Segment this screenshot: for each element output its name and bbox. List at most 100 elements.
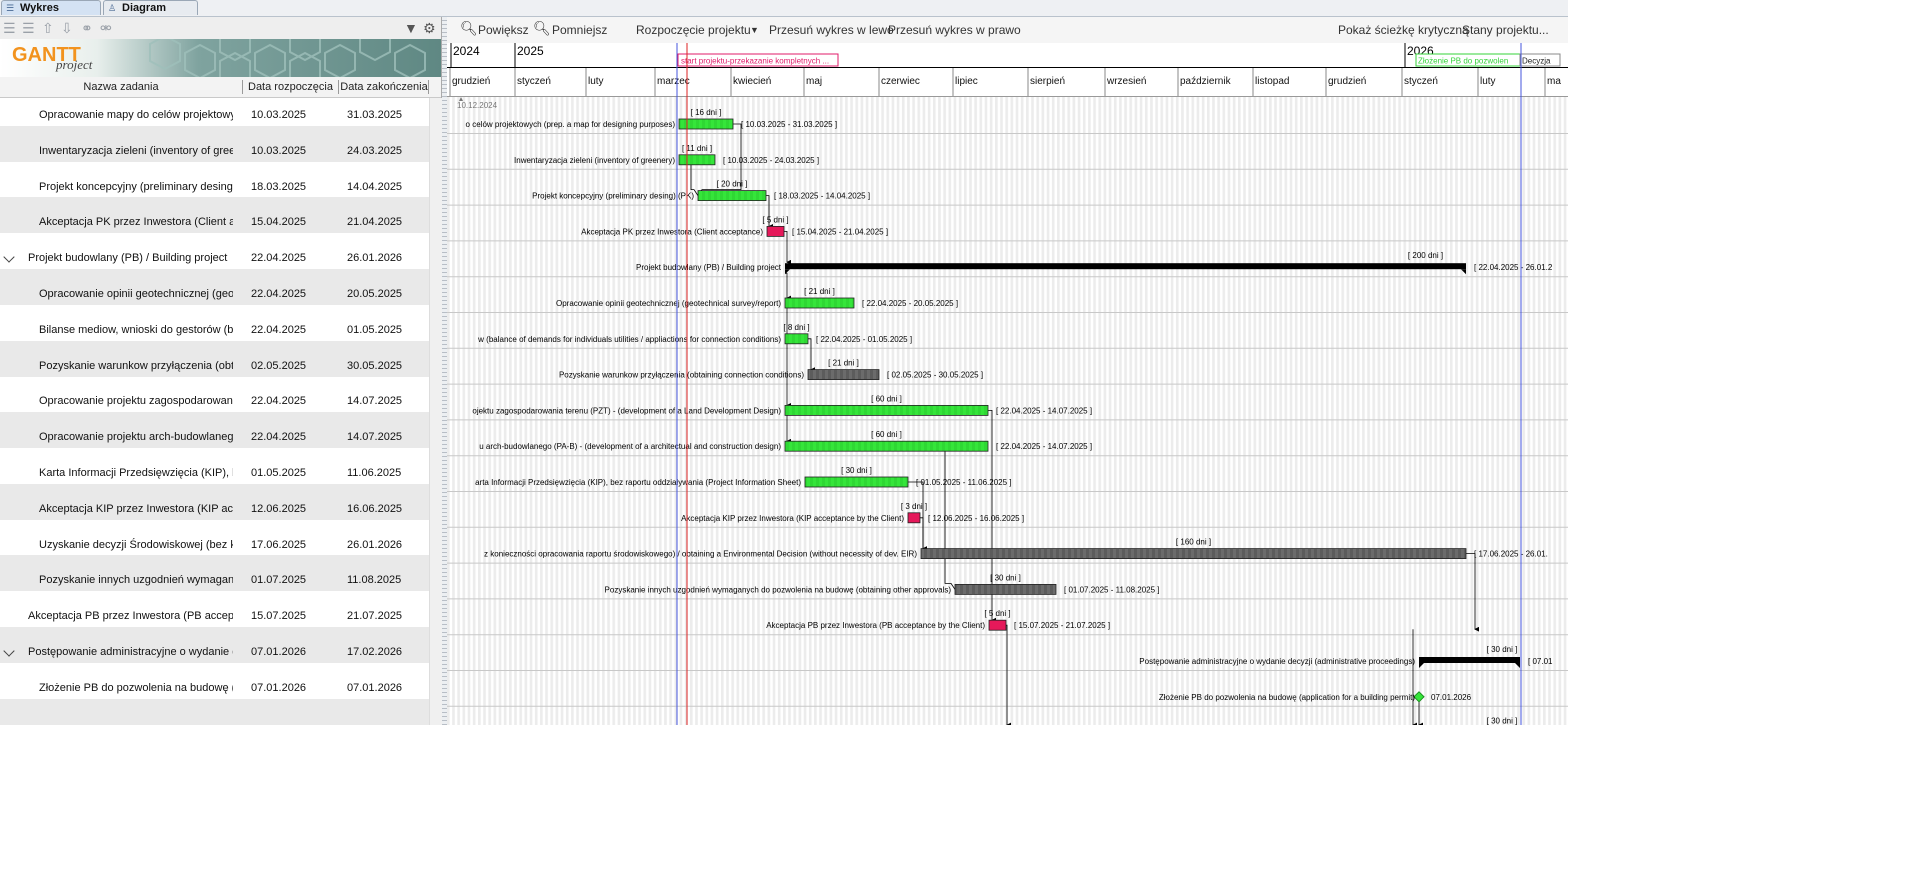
task-name[interactable]: Karta Informacji Przedsięwzięcia (KIP), … <box>39 448 233 484</box>
unindent-icon[interactable]: ☰ <box>3 20 16 37</box>
task-end-date[interactable]: 16.06.2025 <box>347 484 402 520</box>
task-row[interactable]: Uzyskanie decyzji Środowiskowej (bez kon… <box>0 520 429 556</box>
task-name[interactable]: Pozyskanie warunkow przyłączenia (obtain… <box>39 341 233 377</box>
task-name[interactable]: Postępowanie administracyjne o wydanie d… <box>28 627 233 663</box>
task-start-date[interactable]: 10.03.2025 <box>251 98 306 126</box>
task-row[interactable]: Opracowanie projektu zagospodarowania t.… <box>0 376 429 412</box>
task-end-date[interactable]: 24.03.2025 <box>347 126 402 162</box>
task-name[interactable]: Opracowanie projektu arch-budowlanego (.… <box>39 412 233 448</box>
task-row[interactable]: Bilanse mediow, wnioski do gestorów (bal… <box>0 305 429 341</box>
task-start-date[interactable]: 01.07.2025 <box>251 555 306 591</box>
critical-path-button[interactable]: Pokaż ścieżkę krytyczną <box>1338 23 1469 37</box>
col-header-name[interactable]: Nazwa zadania <box>0 77 242 97</box>
task-row[interactable]: Akceptacja KIP przez Inwestora (KIP acce… <box>0 483 429 520</box>
task-row[interactable]: Złożenie PB do pozwolenia na budowę (ap.… <box>0 663 429 699</box>
dropdown-arrow-icon[interactable]: ▼ <box>750 25 759 35</box>
filter-icon[interactable]: ▼ <box>404 20 418 36</box>
task-start-date[interactable]: 15.07.2025 <box>251 591 306 627</box>
task-bar[interactable] <box>784 333 809 345</box>
task-row[interactable]: Pozyskanie warunkow przyłączenia (obtain… <box>0 340 429 377</box>
task-row[interactable]: Inwentaryzacja zieleni (inventory of gre… <box>0 125 429 162</box>
task-bar[interactable] <box>784 440 989 452</box>
task-bar[interactable] <box>988 619 1007 631</box>
task-row[interactable]: Opracowanie projektu arch-budowlanego (.… <box>0 412 429 449</box>
task-end-date[interactable]: 11.08.2025 <box>347 555 401 591</box>
task-bar[interactable] <box>678 154 716 166</box>
task-name[interactable]: Opracowanie opinii geotechnicznej (geote… <box>39 269 233 305</box>
task-name[interactable]: Akceptacja KIP przez Inwestora (KIP acce… <box>39 484 233 520</box>
task-end-date[interactable]: 14.07.2025 <box>347 376 402 412</box>
task-name[interactable]: Opracowanie projektu zagospodarowania t.… <box>39 376 233 412</box>
task-name[interactable]: Projekt koncepcyjny (preliminary desing)… <box>39 162 233 198</box>
shift-left-button[interactable]: Przesuń wykres w lewo <box>769 23 894 37</box>
task-start-date[interactable]: 15.04.2025 <box>251 197 306 233</box>
task-end-date[interactable]: 01.05.2025 <box>347 305 402 341</box>
task-table-scrollbar[interactable] <box>429 98 442 725</box>
zoom-in-icon[interactable]: 🔍︎ <box>460 20 478 37</box>
task-end-date[interactable]: 21.07.2025 <box>347 591 402 627</box>
task-start-date[interactable]: 07.01.2026 <box>251 627 306 663</box>
task-row[interactable]: Opracowanie mapy do celów projektowych..… <box>0 98 429 126</box>
col-header-end[interactable]: Data zakończenia <box>339 77 429 97</box>
task-bar[interactable] <box>804 476 909 488</box>
task-start-date[interactable]: 22.04.2025 <box>251 269 306 305</box>
task-row[interactable]: Karta Informacji Przedsięwzięcia (KIP), … <box>0 448 429 484</box>
task-start-date[interactable]: 01.05.2025 <box>251 448 306 484</box>
tab-gantt-chart[interactable]: ☰Wykres Gantta <box>1 0 101 28</box>
task-row[interactable]: Postępowanie administracyjne o wydanie d… <box>0 627 429 663</box>
shift-right-button[interactable]: Przesuń wykres w prawo <box>888 23 1021 37</box>
task-row[interactable] <box>0 698 429 725</box>
task-start-date[interactable]: 07.01.2026 <box>251 663 306 699</box>
task-end-date[interactable]: 17.02.2026 <box>347 627 402 663</box>
task-name[interactable]: Uzyskanie decyzji Środowiskowej (bez kon… <box>39 520 233 556</box>
task-end-date[interactable]: 07.01.2026 <box>347 663 402 699</box>
task-row[interactable]: Akceptacja PB przez Inwestora (PB accept… <box>0 591 429 627</box>
task-name[interactable]: Akceptacja PK przez Inwestora (Client ac… <box>39 197 233 233</box>
move-up-icon[interactable]: ⇧ <box>42 20 54 37</box>
zoom-in-button[interactable]: Powiększ <box>478 23 529 37</box>
task-start-date[interactable]: 02.05.2025 <box>251 341 306 377</box>
task-end-date[interactable]: 20.05.2025 <box>347 269 402 305</box>
task-bar[interactable] <box>954 584 1057 595</box>
task-start-date[interactable]: 22.04.2025 <box>251 376 306 412</box>
task-start-date[interactable]: 22.04.2025 <box>251 233 306 269</box>
task-name[interactable]: Akceptacja PB przez Inwestora (PB accept… <box>28 591 233 627</box>
tab-resource-chart[interactable]: ♙Diagram osób <box>103 0 198 28</box>
task-name[interactable]: Złożenie PB do pozwolenia na budowę (ap.… <box>39 663 233 699</box>
task-end-date[interactable]: 11.06.2025 <box>347 448 401 484</box>
task-end-date[interactable]: 30.05.2025 <box>347 341 402 377</box>
task-row[interactable]: Akceptacja PK przez Inwestora (Client ac… <box>0 197 429 234</box>
task-end-date[interactable]: 26.01.2026 <box>347 233 402 269</box>
task-bar[interactable] <box>920 548 1467 560</box>
task-name[interactable]: Opracowanie mapy do celów projektowych..… <box>39 98 233 126</box>
task-name[interactable] <box>39 699 233 725</box>
task-start-date[interactable]: 10.03.2025 <box>251 126 306 162</box>
baselines-button[interactable]: Stany projektu... <box>1462 23 1549 37</box>
task-start-date[interactable]: 22.04.2025 <box>251 305 306 341</box>
task-end-date[interactable]: 14.04.2025 <box>347 162 402 198</box>
zoom-out-icon[interactable]: 🔍︎ <box>533 20 551 37</box>
summary-bar[interactable] <box>785 263 1466 270</box>
task-bar[interactable] <box>907 512 921 524</box>
unlink-icon[interactable]: ⚮ <box>100 20 112 37</box>
task-row[interactable]: Opracowanie opinii geotechnicznej (geote… <box>0 269 429 305</box>
task-end-date[interactable]: 26.01.2026 <box>347 520 402 556</box>
task-row[interactable]: Pozyskanie innych uzgodnień wymaganyc...… <box>0 555 429 592</box>
task-name[interactable]: Pozyskanie innych uzgodnień wymaganyc... <box>39 555 233 591</box>
gantt-chart[interactable]: 2024 2025 2026 start projektu-przekazanie … <box>447 43 1568 725</box>
task-bar[interactable] <box>807 369 880 381</box>
chevron-down-icon[interactable] <box>3 251 15 263</box>
task-row[interactable]: Projekt koncepcyjny (preliminary desing)… <box>0 162 429 198</box>
task-end-date[interactable]: 31.03.2025 <box>347 98 402 126</box>
task-bar[interactable] <box>697 190 767 202</box>
task-start-date[interactable]: 22.04.2025 <box>251 412 306 448</box>
task-bar[interactable] <box>784 404 989 416</box>
task-name[interactable]: Bilanse mediow, wnioski do gestorów (bal… <box>39 305 233 341</box>
chevron-down-icon[interactable] <box>3 645 15 657</box>
task-start-date[interactable]: 18.03.2025 <box>251 162 306 198</box>
col-header-start[interactable]: Data rozpoczęcia <box>243 77 338 97</box>
task-end-date[interactable]: 21.04.2025 <box>347 197 402 233</box>
task-end-date[interactable]: 14.07.2025 <box>347 412 402 448</box>
zoom-out-button[interactable]: Pomniejsz <box>552 23 607 37</box>
task-bar[interactable] <box>766 225 785 237</box>
